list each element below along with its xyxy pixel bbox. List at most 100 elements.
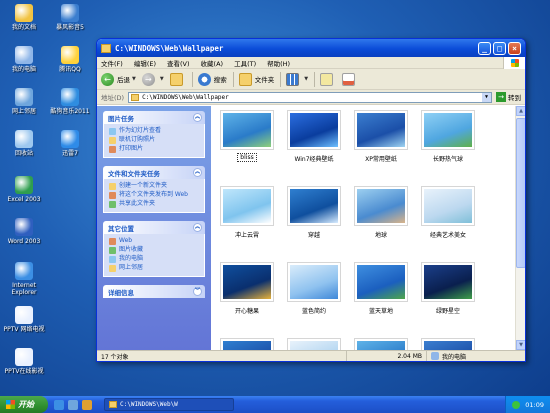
start-button[interactable]: 开始 bbox=[0, 396, 48, 413]
status-location-label: 我的电脑 bbox=[442, 353, 467, 361]
task-link[interactable]: 图片收藏 bbox=[109, 246, 199, 254]
desktop-shortcut[interactable]: Word 2003 bbox=[2, 218, 46, 245]
thumbnail-image bbox=[290, 189, 338, 223]
folder-icon bbox=[101, 43, 111, 53]
thumbnail-image bbox=[424, 189, 472, 223]
task-link-label: 打印图片 bbox=[119, 145, 144, 152]
wallpaper-thumbnail[interactable] bbox=[418, 338, 478, 350]
search-label: 搜索 bbox=[213, 76, 227, 84]
wallpaper-thumbnail[interactable]: 开心糖果 bbox=[217, 262, 277, 322]
close-button[interactable]: × bbox=[508, 41, 521, 55]
ie-quick-launch-icon[interactable] bbox=[54, 399, 64, 410]
menu-edit[interactable]: 编辑(E) bbox=[134, 58, 156, 68]
wallpaper-thumbnail[interactable]: 穿越 bbox=[284, 186, 344, 246]
wallpaper-thumbnail[interactable]: 冲上云霄 bbox=[217, 186, 277, 246]
wallpaper-thumbnail[interactable]: 蓝天草地 bbox=[351, 262, 411, 322]
edit-tool-button[interactable] bbox=[320, 72, 336, 86]
wallpaper-thumbnail[interactable]: 地球 bbox=[351, 186, 411, 246]
file-name: 地球 bbox=[374, 232, 387, 239]
wallpaper-thumbnail[interactable]: 长野热气球 bbox=[418, 110, 478, 170]
forward-button[interactable]: → ▼ bbox=[141, 72, 164, 86]
chevron-up-icon[interactable]: ︽ bbox=[193, 223, 202, 232]
task-link[interactable]: 作为幻灯片查看 bbox=[109, 127, 199, 135]
scroll-thumb[interactable] bbox=[516, 118, 525, 268]
my-computer-icon bbox=[15, 46, 33, 64]
task-link[interactable]: Web bbox=[109, 237, 199, 245]
desktop-shortcut[interactable]: Internet Explorer bbox=[2, 262, 46, 296]
task-link[interactable]: 联机订购照片 bbox=[109, 136, 199, 144]
search-button[interactable]: 搜索 bbox=[197, 72, 227, 86]
wallpaper-thumbnail[interactable]: Win7经典壁纸 bbox=[284, 110, 344, 170]
desktop-shortcut[interactable]: 网上邻居 bbox=[2, 88, 46, 115]
wallpaper-thumbnail[interactable] bbox=[217, 338, 277, 350]
wallpaper-thumbnail[interactable] bbox=[284, 338, 344, 350]
up-button[interactable] bbox=[169, 72, 186, 86]
task-link[interactable]: 创建一个新文件夹 bbox=[109, 182, 199, 190]
task-link[interactable]: 将这个文件夹发布到 Web bbox=[109, 191, 199, 199]
wallpaper-thumbnail[interactable] bbox=[351, 338, 411, 350]
wallpaper-thumbnail[interactable]: 蓝色简约 bbox=[284, 262, 344, 322]
menu-help[interactable]: 帮助(H) bbox=[267, 58, 290, 68]
taskbar-window-button[interactable]: C:\WINDOWS\Web\W bbox=[104, 398, 234, 411]
desktop-shortcut[interactable]: 暴风影音5 bbox=[48, 4, 92, 31]
desktop-shortcut[interactable]: PPTV 网络电视 bbox=[2, 306, 46, 333]
scroll-down-button[interactable]: ▼ bbox=[516, 340, 525, 350]
chevron-down-icon[interactable]: ▼ bbox=[482, 92, 491, 102]
system-tray: 01:09 bbox=[505, 396, 550, 413]
task-link-icon bbox=[109, 256, 116, 263]
task-panel: 图片任务 ︽ 作为幻灯片查看 联机订购照片 打印图片 bbox=[103, 111, 205, 158]
taskbar: 开始 C:\WINDOWS\Web\W 01:09 bbox=[0, 396, 550, 413]
vertical-scrollbar[interactable]: ▲ ▼ bbox=[515, 106, 525, 350]
task-panel-header[interactable]: 图片任务 ︽ bbox=[103, 111, 205, 124]
wallpaper-thumbnail[interactable]: 绿野星空 bbox=[418, 262, 478, 322]
wallpaper-thumbnail[interactable]: bliss bbox=[217, 110, 277, 170]
network-status-icon[interactable] bbox=[512, 400, 521, 409]
maximize-button[interactable]: □ bbox=[493, 41, 506, 55]
pptv-icon bbox=[15, 306, 33, 324]
title-bar[interactable]: C:\WINDOWS\Web\Wallpaper _ □ × bbox=[97, 39, 525, 57]
task-link-label: Web bbox=[119, 237, 133, 244]
desktop-shortcut[interactable]: Excel 2003 bbox=[2, 176, 46, 203]
menu-favorites[interactable]: 收藏(A) bbox=[201, 58, 224, 68]
task-panel-header[interactable]: 其它位置 ︽ bbox=[103, 221, 205, 234]
thumbnail-caption: 冲上云霄 bbox=[217, 230, 277, 239]
go-button[interactable]: → 转到 bbox=[496, 92, 521, 102]
chevron-up-icon[interactable]: ︽ bbox=[193, 113, 202, 122]
desktop-shortcut[interactable]: 酷狗音乐2011 bbox=[48, 88, 92, 115]
wallpaper-thumbnail[interactable]: 经典艺术美女 bbox=[418, 186, 478, 246]
menu-file[interactable]: 文件(F) bbox=[101, 58, 123, 68]
menu-view[interactable]: 查看(V) bbox=[167, 58, 190, 68]
scroll-up-button[interactable]: ▲ bbox=[516, 106, 525, 116]
task-panel-header[interactable]: 详细信息 ︾ bbox=[103, 285, 205, 298]
thumbnail-frame bbox=[354, 186, 408, 226]
task-link[interactable]: 网上邻居 bbox=[109, 264, 199, 272]
desktop-shortcut[interactable]: PPTV在线影视 bbox=[2, 348, 46, 375]
task-link[interactable]: 我的电脑 bbox=[109, 255, 199, 263]
back-button[interactable]: ← 后退 ▼ bbox=[101, 72, 136, 86]
address-input[interactable]: C:\WINDOWS\Web\Wallpaper ▼ bbox=[128, 91, 492, 103]
chevron-up-icon[interactable]: ︽ bbox=[193, 168, 202, 177]
properties-button[interactable] bbox=[342, 72, 358, 86]
media-player-icon[interactable] bbox=[82, 399, 92, 410]
task-link[interactable]: 共享此文件夹 bbox=[109, 200, 199, 208]
task-link[interactable]: 打印图片 bbox=[109, 145, 199, 153]
file-view[interactable]: bliss Win7经典壁纸 XP常用壁纸 长野热气球冲上云霄 穿越 地球 经典艺术美女开心… bbox=[211, 106, 525, 350]
views-button[interactable]: ▼ bbox=[286, 72, 308, 86]
menu-tools[interactable]: 工具(T) bbox=[234, 58, 256, 68]
wallpaper-thumbnail[interactable]: XP常用壁纸 bbox=[351, 110, 411, 170]
desktop-shortcut[interactable]: 我的电脑 bbox=[2, 46, 46, 73]
thumbnail-image bbox=[424, 265, 472, 299]
thumbnail-caption: XP常用壁纸 bbox=[351, 154, 411, 163]
folders-button[interactable]: 文件夹 bbox=[238, 72, 274, 86]
task-panel: 文件和文件夹任务 ︽ 创建一个新文件夹 将这个文件夹发布到 Web 共享此文件夹 bbox=[103, 166, 205, 213]
desktop-shortcut[interactable]: 回收站 bbox=[2, 130, 46, 157]
task-panel-header[interactable]: 文件和文件夹任务 ︽ bbox=[103, 166, 205, 179]
desktop-shortcut[interactable]: 腾讯QQ bbox=[48, 46, 92, 73]
show-desktop-icon[interactable] bbox=[68, 399, 78, 410]
desktop-shortcut-label: PPTV 网络电视 bbox=[3, 326, 45, 333]
desktop-shortcut[interactable]: 我的文档 bbox=[2, 4, 46, 31]
explorer-window[interactable]: C:\WINDOWS\Web\Wallpaper _ □ × 文件(F) 编辑(… bbox=[96, 38, 526, 362]
desktop-shortcut[interactable]: 迅雷7 bbox=[48, 130, 92, 157]
chevron-down-icon[interactable]: ︾ bbox=[193, 287, 202, 296]
minimize-button[interactable]: _ bbox=[478, 41, 491, 55]
